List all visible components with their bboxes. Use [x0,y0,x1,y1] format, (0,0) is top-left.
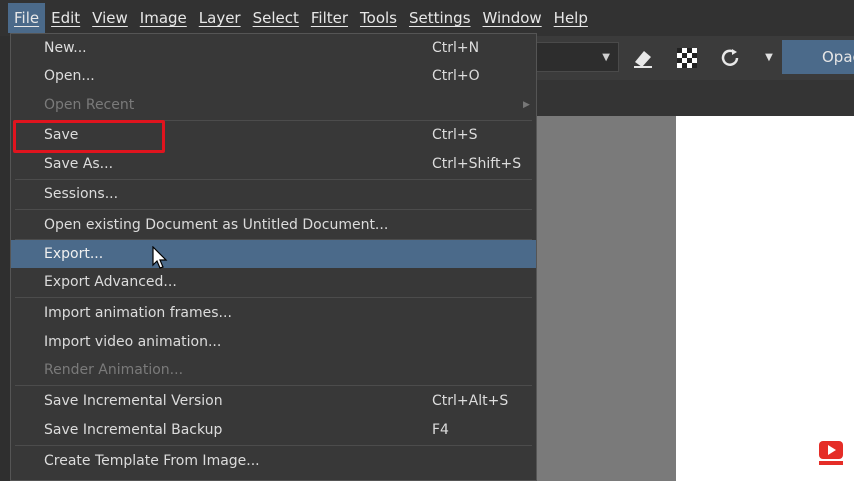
separator [15,445,532,446]
checker-icon[interactable] [675,46,699,70]
left-dock [0,36,10,481]
menu-item-save-incremental-backup[interactable]: Save Incremental Backup F4 [11,416,536,444]
menu-filter[interactable]: Filter [305,0,354,36]
menu-item-label: Import animation frames... [44,305,232,321]
menu-item-export-advanced[interactable]: Export Advanced... [11,268,536,296]
menu-window[interactable]: Window [477,0,548,36]
menu-layer[interactable]: Layer [193,0,247,36]
menu-item-open-recent: Open Recent ▶ [11,91,536,119]
refresh-icon[interactable] [718,46,742,70]
menubar: File Edit View Image Layer Select Filter… [0,0,854,36]
tool-options-bar: ▼ ▼ Opac [535,36,854,80]
save-highlight-box [13,120,165,153]
menu-file[interactable]: File [8,3,46,33]
menu-image[interactable]: Image [134,0,193,36]
menu-item-open[interactable]: Open... Ctrl+O [11,62,536,90]
opacity-slider[interactable]: Opac [782,40,854,74]
menu-item-label: Export... [44,246,104,262]
menu-item-label: New... [44,40,87,56]
menu-item-label: Create Template From Image... [44,453,260,469]
separator [15,209,532,210]
menu-item-create-template[interactable]: Create Template From Image... [11,447,536,475]
menu-item-label: Sessions... [44,186,119,202]
shortcut: Ctrl+O [432,68,480,84]
menu-item-new[interactable]: New... Ctrl+N [11,34,536,62]
file-menu: New... Ctrl+N Open... Ctrl+O Open Recent… [10,33,537,481]
blend-mode-dropdown[interactable]: ▼ [535,42,619,72]
menu-item-render-animation: Render Animation... [11,356,536,384]
menu-view[interactable]: View [86,0,134,36]
subscribe-logo [818,440,844,466]
shortcut: Ctrl+N [432,40,480,56]
menu-settings[interactable]: Settings [403,0,477,36]
menu-item-label: Save Incremental Backup [44,422,223,438]
menu-item-label: Open Recent [44,97,135,113]
menu-item-import-frames[interactable]: Import animation frames... [11,299,536,327]
shortcut: Ctrl+S [432,127,478,143]
menu-item-import-video[interactable]: Import video animation... [11,328,536,356]
menu-item-label: Open... [44,68,95,84]
menu-item-export[interactable]: Export... [11,240,536,268]
shortcut: Ctrl+Alt+S [432,393,509,409]
menu-item-sessions[interactable]: Sessions... [11,180,536,208]
separator [15,297,532,298]
menu-item-label: Open existing Document as Untitled Docum… [44,217,389,233]
chevron-down-icon: ▼ [602,52,610,63]
menu-item-save-as[interactable]: Save As... Ctrl+Shift+S [11,150,536,178]
menu-item-save-incremental-version[interactable]: Save Incremental Version Ctrl+Alt+S [11,387,536,415]
shortcut: Ctrl+Shift+S [432,156,522,172]
menu-item-label: Import video animation... [44,334,222,350]
mouse-cursor-icon [152,245,168,270]
menu-item-label: Save As... [44,156,114,172]
chevron-right-icon: ▶ [523,100,530,110]
menu-item-label: Save Incremental Version [44,393,223,409]
menu-item-label: Export Advanced... [44,274,177,290]
chevron-down-icon[interactable]: ▼ [757,46,781,70]
tab-strip [535,80,854,116]
menu-tools[interactable]: Tools [354,0,403,36]
canvas-background [535,116,676,481]
menu-select[interactable]: Select [247,0,305,36]
eraser-icon[interactable] [631,46,655,70]
separator [15,385,532,386]
canvas[interactable] [676,116,854,481]
shortcut: F4 [432,422,449,438]
menu-item-label: Render Animation... [44,362,184,378]
menu-edit[interactable]: Edit [45,0,86,36]
menu-help[interactable]: Help [548,0,594,36]
menu-item-open-existing[interactable]: Open existing Document as Untitled Docum… [11,211,536,239]
